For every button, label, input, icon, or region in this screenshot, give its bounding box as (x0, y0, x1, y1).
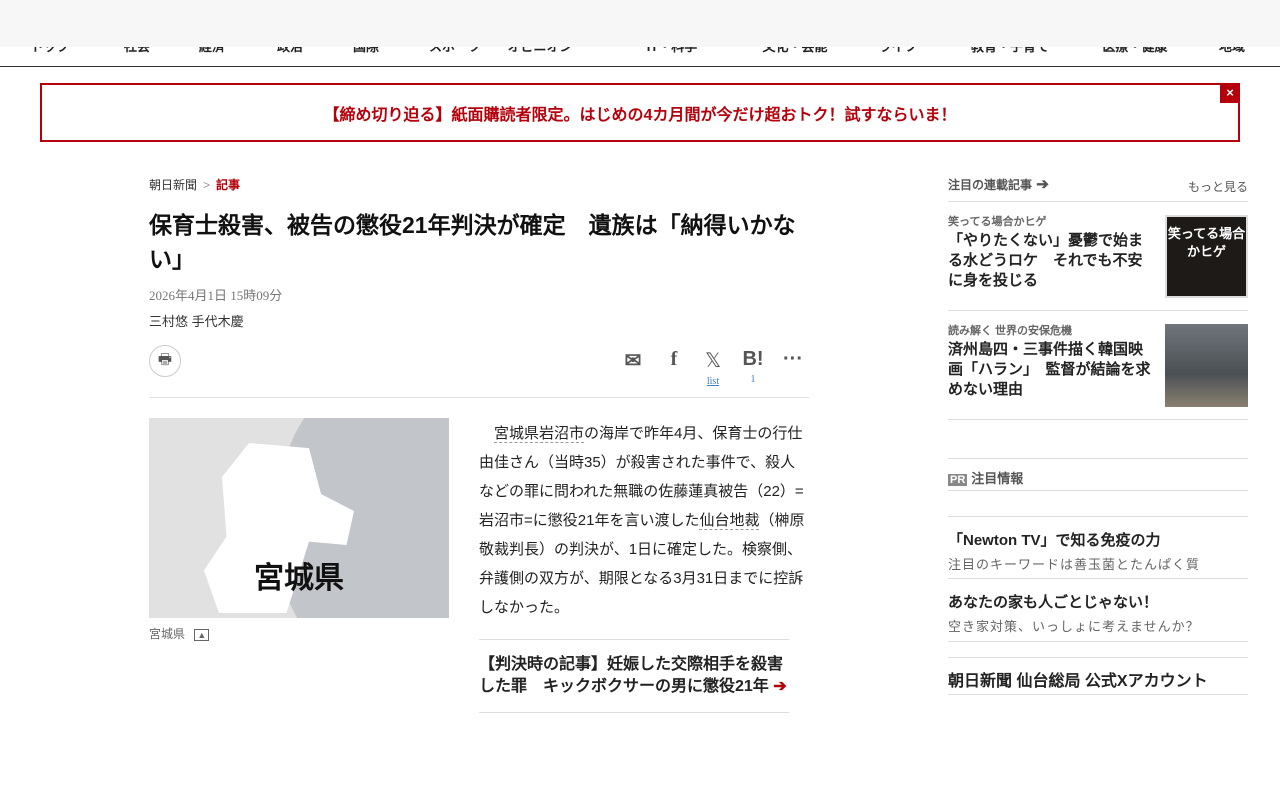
pr-title: 注目情報 (971, 471, 1024, 486)
more-share-button[interactable]: ··· (778, 348, 808, 371)
pr-item-sub: 空き家対策、いっしょに考えませんか？ (948, 619, 1200, 634)
pr-item-title: 「Newton TV」で知る免疫の力 (948, 532, 1161, 549)
facebook-icon: f (670, 348, 678, 370)
series-thumbnail: 笑ってる場合かヒゲ (1165, 215, 1248, 298)
pr-item-sub: 注目のキーワードは善玉菌とたんぱく質 (948, 557, 1201, 572)
hatena-bookmark-icon: B! (742, 348, 764, 370)
pr-item[interactable]: 「Newton TV」で知る免疫の力注目のキーワードは善玉菌とたんぱく質 (948, 516, 1248, 579)
x-share-count[interactable]: list (698, 376, 728, 387)
series-kicker: 笑ってる場合かヒゲ (948, 216, 1047, 228)
series-title: 済州島四・三事件描く韓国映画「ハラン」 監督が結論を求めない理由 (948, 341, 1151, 398)
x-icon: 𝕏 (704, 350, 722, 372)
series-item[interactable]: 笑ってる場合かヒゲ 「やりたくない」憂鬱で始まる水どうロケ それでも不安に身を投… (948, 203, 1248, 311)
sidebar-title: 注目の連載記事 (948, 178, 1033, 192)
breadcrumb-current: 記事 (216, 178, 241, 192)
image-caption: 宮城県 ▲ (149, 625, 210, 642)
printer-icon: 🖶 (157, 350, 173, 368)
promo-banner[interactable]: 【締め切り迫る】紙面購読者限定。はじめの4カ月間が今だけ超おトク！試すならいま！… (40, 83, 1240, 142)
hatena-share-button[interactable]: B! 1 (738, 348, 768, 385)
article-body: 宮城県岩沼市の海岸で昨年4月、保育士の行仕由佳さん（当時35）が殺害された事件で… (479, 419, 809, 622)
caption-text: 宮城県 (149, 627, 186, 641)
print-button[interactable]: 🖶 (149, 345, 181, 377)
series-item[interactable]: 読み解く 世界の安保危機 済州島四・三事件描く韓国映画「ハラン」 監督が結論を求… (948, 312, 1248, 420)
related-title: 【判決時の記事】妊娠した交際相手を殺害した罪 キックボクサーの男に懲役21年 (479, 656, 784, 695)
pr-badge: PR (948, 474, 968, 486)
pr-item-title: あなたの家も人ごとじゃない！ (948, 594, 1159, 611)
related-article-link[interactable]: 【判決時の記事】妊娠した交際相手を殺害した罪 キックボクサーの男に懲役21年 ➔ (479, 639, 789, 713)
top-overlay-bar (0, 0, 1280, 47)
pr-heading: PR 注目情報 (948, 458, 1248, 491)
more-icon: ··· (783, 348, 803, 370)
series-thumbnail (1165, 324, 1248, 407)
close-icon[interactable]: × (1220, 83, 1240, 103)
series-kicker: 読み解く 世界の安保危機 (948, 325, 1073, 337)
x-account-link[interactable]: 朝日新聞 仙台総局 公式Xアカウント (948, 657, 1248, 695)
gallery-icon[interactable]: ▲ (194, 629, 210, 641)
x-share-button[interactable]: 𝕏list (698, 348, 728, 387)
link-miyagi-iwanuma[interactable]: 宮城県岩沼市 (494, 425, 585, 443)
arrow-right-icon: ➔ (773, 678, 787, 695)
link-sendai-court[interactable]: 仙台地裁 (699, 512, 760, 530)
mail-share-button[interactable]: ✉ (618, 348, 648, 373)
mail-icon: ✉ (624, 350, 642, 372)
breadcrumb: 朝日新聞 > 記事 (149, 176, 240, 193)
more-link[interactable]: もっと見る (1188, 178, 1248, 201)
series-title: 「やりたくない」憂鬱で始まる水どうロケ それでも不安に身を投じる (948, 232, 1144, 289)
article-image-map[interactable]: 宮城県 (149, 418, 449, 618)
pr-item[interactable]: あなたの家も人ごとじゃない！ 空き家対策、いっしょに考えませんか？ (948, 579, 1248, 642)
promo-text: 【締め切り迫る】紙面購読者限定。はじめの4カ月間が今だけ超おトク！試すならいま！ (323, 106, 957, 124)
sidebar-heading: 注目の連載記事 ➔ もっと見る (948, 175, 1248, 202)
map-label: 宮城県 (254, 562, 344, 595)
divider (149, 397, 809, 398)
article-date: 2026年4月1日 15時09分 (149, 288, 283, 303)
breadcrumb-separator: > (203, 178, 211, 192)
breadcrumb-home[interactable]: 朝日新聞 (149, 178, 197, 192)
article-title: 保育士殺害、被告の懲役21年判決が確定 遺族は「納得いかない」 (149, 212, 796, 272)
article-authors: 三村悠 手代木慶 (149, 314, 244, 329)
facebook-share-button[interactable]: f (659, 348, 689, 371)
hatena-count[interactable]: 1 (738, 374, 768, 385)
arrow-right-icon: ➔ (1036, 176, 1049, 193)
